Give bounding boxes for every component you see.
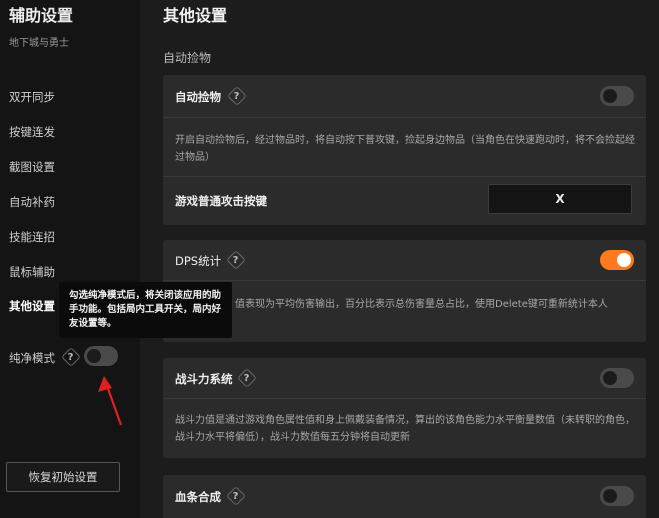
auto-pickup-card: 自动捡物 ? 开启自动捡物后，经过物品时，将自动按下普攻键，捡起身边物品（当角色…	[163, 75, 646, 225]
divider	[163, 176, 646, 177]
attack-key-label: 游戏普通攻击按键	[175, 194, 267, 208]
sidebar: 辅助设置 地下城与勇士 双开同步 按键连发 截图设置 自动补药 技能连招 鼠标辅…	[0, 0, 140, 518]
divider	[163, 398, 646, 399]
help-icon[interactable]: ?	[227, 86, 247, 106]
dps-stats-toggle[interactable]	[600, 250, 634, 270]
sidebar-item-skill-combo[interactable]: 技能连招	[9, 229, 55, 245]
card-title: 战斗力系统	[175, 372, 233, 386]
sidebar-item-screenshot[interactable]: 截图设置	[9, 159, 55, 175]
sidebar-item-mouse-assist[interactable]: 鼠标辅助	[9, 264, 55, 280]
sidebar-item-auto-potion[interactable]: 自动补药	[9, 194, 55, 210]
page-title: 其他设置	[163, 6, 228, 25]
app-title: 辅助设置	[9, 6, 74, 25]
app-subtitle: 地下城与勇士	[9, 38, 69, 49]
card-description: 战斗力值是通过游戏角色属性值和身上佩戴装备情况，算出的该角色能力水平衡量数值（未…	[175, 415, 635, 443]
pure-mode-tooltip: 勾选纯净模式后，将关闭该应用的助手功能。包括局内工具开关，局内好友设置等。	[59, 282, 232, 338]
divider	[163, 280, 646, 281]
toggle-knob	[87, 349, 101, 363]
card-description: 开启自动捡物后，经过物品时，将自动按下普攻键，捡起身边物品（当角色在快速跑动时，…	[175, 135, 635, 163]
card-title: 自动捡物	[175, 90, 221, 104]
help-icon[interactable]: ?	[226, 486, 246, 506]
toggle-knob	[603, 89, 617, 103]
sidebar-item-key-repeat[interactable]: 按键连发	[9, 124, 55, 140]
card-description: 值表现为平均伤害输出，百分比表示总伤害量总占比，使用Delete键可重新统计本人	[235, 299, 608, 310]
divider	[163, 117, 646, 118]
pure-mode-help-icon[interactable]: ?	[61, 347, 81, 367]
auto-pickup-toggle[interactable]	[600, 86, 634, 106]
reset-defaults-button[interactable]: 恢复初始设置	[6, 462, 120, 492]
card-title: DPS统计	[175, 254, 222, 268]
section-title: 自动捡物	[163, 51, 212, 65]
pure-mode-label: 纯净模式	[9, 351, 55, 365]
help-icon[interactable]: ?	[237, 368, 257, 388]
pure-mode-toggle[interactable]	[84, 346, 118, 366]
dps-stats-card: DPS统计 ? 值表现为平均伤害输出，百分比表示总伤害量总占比，使用Delete…	[163, 240, 646, 342]
health-bar-merge-card: 血条合成 ?	[163, 475, 646, 518]
sidebar-item-other-settings[interactable]: 其他设置	[9, 298, 55, 314]
toggle-knob	[617, 253, 631, 267]
sidebar-item-dual-sync[interactable]: 双开同步	[9, 89, 55, 105]
card-title: 血条合成	[175, 490, 221, 504]
toggle-knob	[603, 489, 617, 503]
health-bar-merge-toggle[interactable]	[600, 486, 634, 506]
combat-power-card: 战斗力系统 ? 战斗力值是通过游戏角色属性值和身上佩戴装备情况，算出的该角色能力…	[163, 358, 646, 458]
combat-power-toggle[interactable]	[600, 368, 634, 388]
help-icon[interactable]: ?	[226, 250, 246, 270]
toggle-knob	[603, 371, 617, 385]
attack-key-input[interactable]: X	[488, 184, 632, 214]
